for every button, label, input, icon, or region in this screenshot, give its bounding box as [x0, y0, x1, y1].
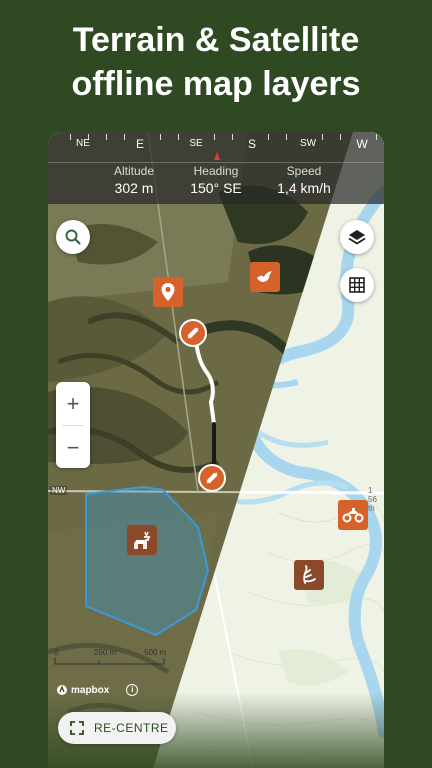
- grid-button[interactable]: [340, 268, 374, 302]
- compass-tick: [106, 134, 107, 140]
- recentre-label: RE-CENTRE: [94, 721, 169, 735]
- atv-marker[interactable]: [338, 500, 368, 530]
- speed-stat: Speed 1,4 km/h: [254, 164, 354, 196]
- speed-label: Speed: [286, 164, 322, 178]
- compass-tick: [376, 134, 377, 140]
- map-canvas[interactable]: [48, 132, 384, 768]
- headline-line-1: Terrain & Satellite: [72, 21, 360, 59]
- heading-label: Heading: [193, 164, 239, 178]
- search-icon: [65, 229, 81, 245]
- compass-strip: NE E SE S SW W: [48, 132, 384, 163]
- compass-tick: [160, 134, 161, 140]
- search-button[interactable]: [56, 220, 90, 254]
- layers-button[interactable]: [340, 220, 374, 254]
- speed-value: 1,4 km/h: [277, 180, 331, 196]
- compass-label-e: E: [135, 137, 145, 151]
- compass-tick: [268, 134, 269, 140]
- antler-icon: [303, 565, 316, 584]
- trail-icon: [206, 472, 218, 484]
- recentre-button[interactable]: RE-CENTRE: [58, 712, 176, 744]
- zoom-in-button[interactable]: +: [56, 382, 90, 425]
- bird-marker[interactable]: [250, 262, 280, 292]
- compass-tick: [178, 134, 179, 140]
- compass-label-sw: SW: [299, 138, 317, 149]
- heading-value: 150° SE: [190, 180, 242, 196]
- compass-tick: [124, 134, 125, 140]
- road-label-right: 1 56 th: [368, 486, 377, 513]
- phone-screen: NE E SE S SW W Altitude 302 m Heading 15…: [48, 132, 384, 768]
- antler-marker[interactable]: [294, 560, 324, 590]
- compass-tick: [232, 134, 233, 140]
- compass-tick: [322, 134, 323, 140]
- fullscreen-icon: [70, 721, 84, 735]
- layers-icon: [348, 230, 366, 245]
- compass-label-se: SE: [189, 138, 203, 149]
- compass-tick: [286, 134, 287, 140]
- map-pin-icon: [161, 283, 175, 301]
- heading-indicator-icon: [214, 152, 220, 160]
- compass-tick: [70, 134, 71, 140]
- grid-icon: [349, 277, 365, 293]
- road-label-left: NW: [50, 486, 68, 495]
- scale-ruler: [54, 658, 165, 665]
- compass-label-ne: NE: [76, 138, 90, 149]
- heading-stat: Heading 150° SE: [166, 164, 266, 196]
- deer-icon: [134, 531, 151, 549]
- bird-icon: [257, 271, 272, 282]
- top-bar: NE E SE S SW W Altitude 302 m Heading 15…: [48, 132, 384, 204]
- track-start-waypoint[interactable]: [179, 319, 207, 347]
- compass-tick: [214, 134, 215, 140]
- zoom-control: + −: [56, 382, 90, 468]
- compass-label-w: W: [356, 137, 368, 151]
- atv-icon: [342, 508, 364, 523]
- scale-mid: 250 m: [94, 648, 117, 657]
- headline-line-2: offline map layers: [71, 65, 361, 103]
- location-pin-marker[interactable]: [153, 277, 183, 307]
- scale-zero: 0: [54, 648, 59, 657]
- deer-marker[interactable]: [127, 525, 157, 555]
- trail-icon: [187, 327, 199, 339]
- scale-bar: 0 250 m 500 m: [54, 648, 174, 668]
- track-end-waypoint[interactable]: [198, 464, 226, 492]
- zoom-out-button[interactable]: −: [56, 426, 90, 469]
- headline: Terrain & Satellite offline map layers: [0, 18, 432, 106]
- compass-tick: [340, 134, 341, 140]
- scale-end: 500 m: [144, 648, 167, 657]
- compass-label-s: S: [247, 137, 257, 151]
